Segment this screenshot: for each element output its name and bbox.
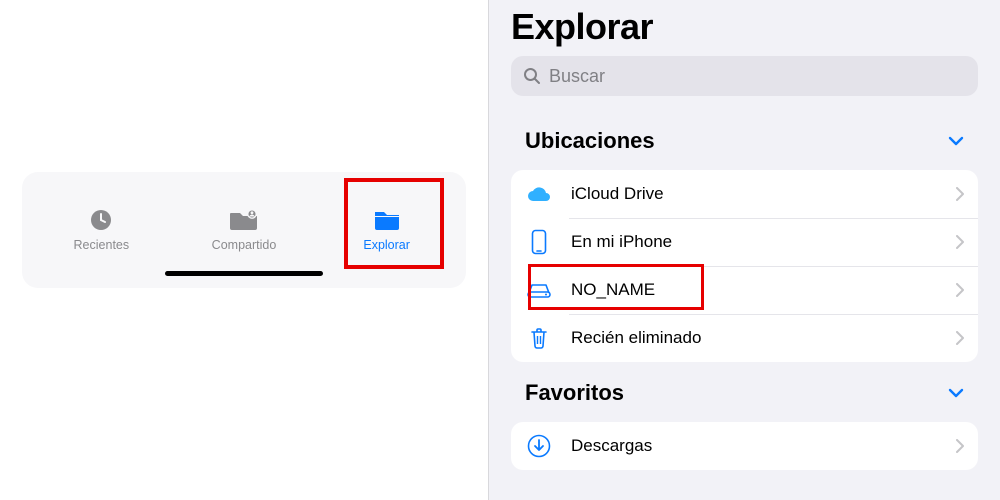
tab-label: Recientes bbox=[74, 238, 130, 252]
chevron-right-icon bbox=[956, 439, 964, 453]
clock-icon bbox=[84, 208, 118, 232]
iphone-icon bbox=[525, 228, 553, 256]
home-indicator bbox=[165, 271, 323, 276]
section-header-locations[interactable]: Ubicaciones bbox=[489, 110, 1000, 160]
chevron-right-icon bbox=[956, 187, 964, 201]
section-title: Ubicaciones bbox=[525, 128, 655, 154]
chevron-right-icon bbox=[956, 235, 964, 249]
tab-label: Compartido bbox=[212, 238, 277, 252]
search-icon bbox=[523, 67, 541, 85]
tab-label: Explorar bbox=[363, 238, 410, 252]
row-icloud-drive[interactable]: iCloud Drive bbox=[511, 170, 978, 218]
section-title: Favoritos bbox=[525, 380, 624, 406]
chevron-right-icon bbox=[956, 283, 964, 297]
tab-browse[interactable]: Explorar bbox=[322, 190, 452, 270]
download-icon bbox=[525, 432, 553, 460]
search-field[interactable] bbox=[511, 56, 978, 96]
row-label: iCloud Drive bbox=[571, 184, 956, 204]
locations-list: iCloud Drive En mi iPhone bbox=[511, 170, 978, 362]
row-label: En mi iPhone bbox=[571, 232, 956, 252]
favorites-list: Descargas bbox=[511, 422, 978, 470]
row-label: Recién eliminado bbox=[571, 328, 956, 348]
cloud-icon bbox=[525, 180, 553, 208]
external-drive-icon bbox=[525, 276, 553, 304]
tab-recent[interactable]: Recientes bbox=[36, 190, 166, 270]
chevron-down-icon bbox=[948, 136, 964, 146]
row-external-drive[interactable]: NO_NAME bbox=[511, 266, 978, 314]
row-label: NO_NAME bbox=[571, 280, 956, 300]
chevron-down-icon bbox=[948, 388, 964, 398]
row-label: Descargas bbox=[571, 436, 956, 456]
section-header-favorites[interactable]: Favoritos bbox=[489, 362, 1000, 412]
search-input[interactable] bbox=[549, 66, 966, 87]
trash-icon bbox=[525, 324, 553, 352]
page-title: Explorar bbox=[489, 0, 1000, 56]
tab-shared[interactable]: Compartido bbox=[179, 190, 309, 270]
shared-folder-icon bbox=[227, 208, 261, 232]
row-recently-deleted[interactable]: Recién eliminado bbox=[511, 314, 978, 362]
row-on-my-iphone[interactable]: En mi iPhone bbox=[511, 218, 978, 266]
chevron-right-icon bbox=[956, 331, 964, 345]
row-downloads[interactable]: Descargas bbox=[511, 422, 978, 470]
folder-icon bbox=[370, 208, 404, 232]
